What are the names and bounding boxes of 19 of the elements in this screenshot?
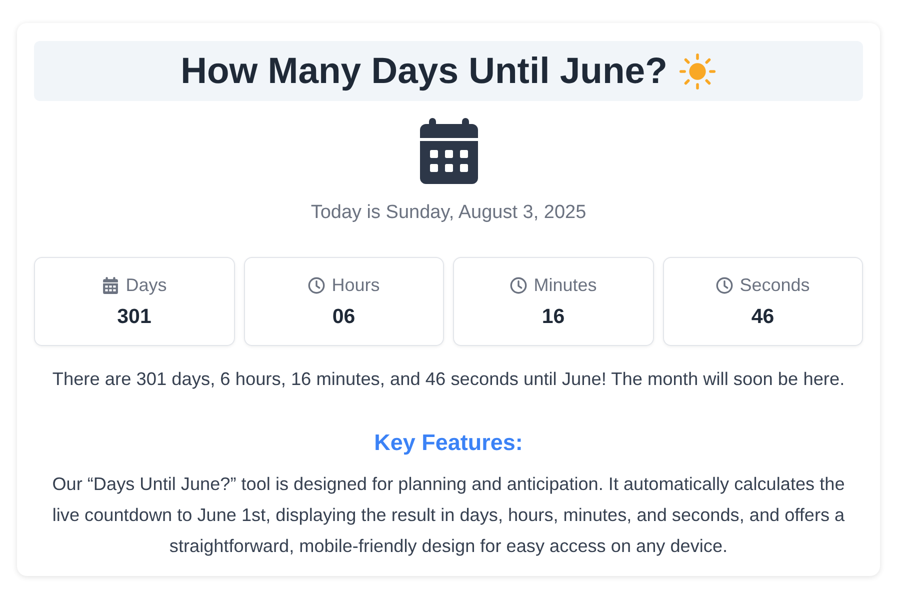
clock-icon [510,276,527,294]
clock-icon [716,276,733,294]
section-heading: Key Features: [374,430,523,456]
page-title: How Many Days Until June? [180,50,668,92]
countdown-value: 16 [542,304,565,328]
clock-icon [308,276,325,294]
sun-icon [679,52,716,90]
current-date: Today is Sunday, August 3, 2025 [310,201,586,225]
countdown-label: Days [126,274,167,296]
countdown-summary: There are 301 days, 6 hours, 16 minutes, and 46 seconds until June! The month will soon be here. [52,368,845,390]
countdown-value: 46 [751,304,774,328]
countdown-value: 301 [117,304,152,328]
countdown-label: Hours [332,274,380,296]
countdown-label: Seconds [740,274,810,296]
features-description: Our “Days Until June?” tool is designed for planning and anticipation. It automatically calculates the live countdown to June 1st, displaying the result in days, hours, minutes, and seconds, and offers a straightforward, mobile-friendly design for easy access on any device. [51,473,846,558]
calendar-icon [102,276,119,294]
countdown-label: Minutes [534,274,597,296]
countdown-value: 06 [332,304,356,328]
calendar-icon [420,118,478,184]
